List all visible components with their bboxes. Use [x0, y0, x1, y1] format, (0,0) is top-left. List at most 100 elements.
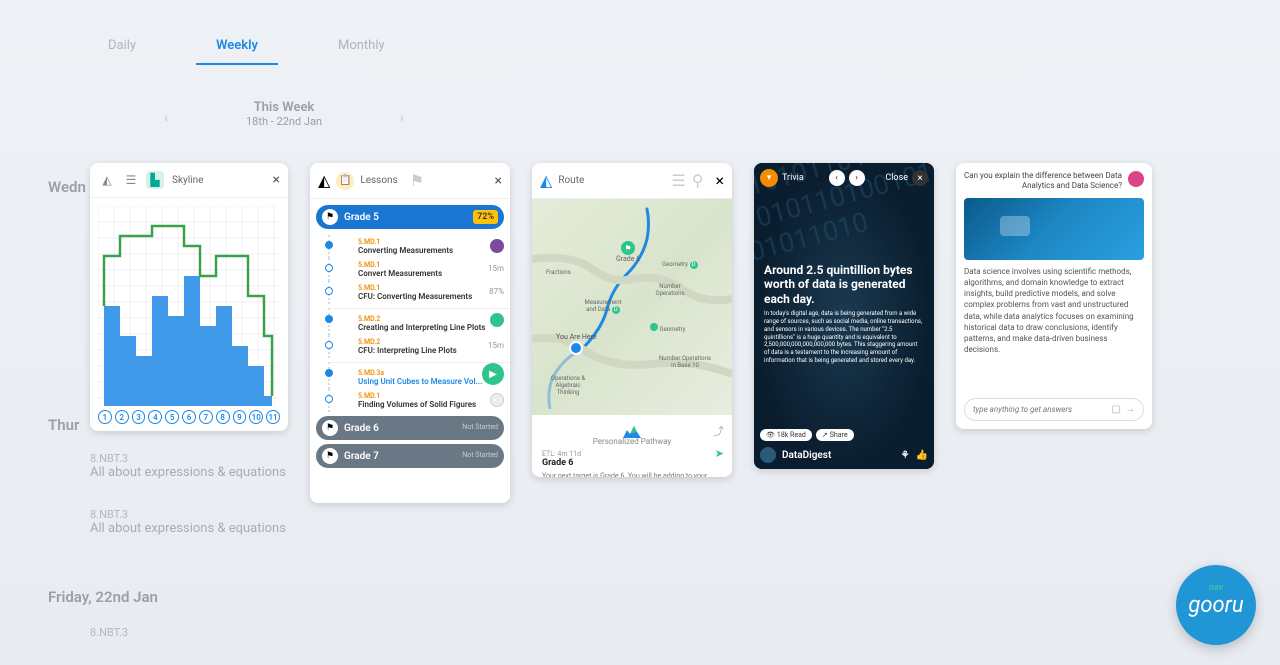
map-node-geometry2[interactable]: Geometry — [650, 323, 686, 333]
route-map[interactable]: ⚑ Grade 6 Geometry D Fractions Number Op… — [532, 199, 732, 415]
skyline-pagination: 1 2 3 4 5 6 7 8 9 10 11 — [98, 410, 280, 424]
tab-daily[interactable]: Daily — [88, 38, 156, 65]
read-badge[interactable]: 👁 18k Read — [760, 429, 812, 441]
close-icon[interactable]: × — [912, 170, 928, 186]
lesson-item[interactable]: 5.MD.2 Creating and Interpreting Line Pl… — [328, 308, 510, 335]
lesson-item[interactable]: 5.MD.2 CFU: Interpreting Line Plots 15m — [328, 335, 510, 358]
answer-image — [964, 198, 1144, 260]
lesson-item[interactable]: 5.MD.3a Using Unit Cubes to Measure Vol.… — [328, 362, 510, 389]
grade-6-header[interactable]: ⚑ Grade 6 Not Started — [316, 416, 504, 440]
close-label[interactable]: Close — [885, 173, 908, 183]
map-node-fractions[interactable]: Fractions — [546, 269, 571, 276]
page-dot[interactable]: 3 — [132, 410, 146, 424]
trivia-headline: Around 2.5 quintillion bytes worth of da… — [764, 263, 924, 306]
mountain-icon[interactable]: ◭ — [540, 171, 552, 190]
page-dot[interactable]: 2 — [115, 410, 129, 424]
status-icon — [490, 393, 504, 407]
share-badge[interactable]: ↗ Share — [816, 429, 854, 441]
page-dot[interactable]: 7 — [199, 410, 213, 424]
lesson-item[interactable]: 5.MD.1 CFU: Converting Measurements 87% — [328, 281, 510, 304]
page-dot[interactable]: 4 — [148, 410, 162, 424]
tab-weekly[interactable]: Weekly — [196, 38, 278, 65]
lessons-card: ◭ 📋 Lessons ⚑ × ⚑ Grade 5 72% 5.MD.1 Con… — [310, 163, 510, 503]
share-icon[interactable]: ⤴ — [713, 423, 724, 439]
page-dot[interactable]: 11 — [266, 410, 280, 424]
page-dot[interactable]: 1 — [98, 410, 112, 424]
pin-icon[interactable]: ⚲ — [692, 171, 704, 190]
week-title: This Week — [164, 100, 404, 115]
skyline-icon[interactable]: ▙ — [146, 171, 164, 189]
prev-week-icon[interactable]: ‹ — [164, 110, 168, 126]
filter-icon[interactable]: ▾ — [760, 169, 778, 187]
grade-5-header[interactable]: ⚑ Grade 5 72% — [316, 205, 504, 229]
page-dot[interactable]: 9 — [233, 410, 247, 424]
user-avatar — [1128, 171, 1144, 187]
map-node-opsalg[interactable]: Operations & Algebraic Thinking — [546, 375, 590, 396]
route-card: ◭ Route ☰ ⚲ × ⚑ Grade 6 Geometry D Fract… — [532, 163, 732, 477]
send-icon[interactable]: ➤ — [715, 447, 724, 460]
map-node-geometry[interactable]: Geometry D — [662, 261, 698, 269]
page-dot[interactable]: 8 — [216, 410, 230, 424]
mountain-icon[interactable]: ◭ — [318, 171, 330, 190]
grade-7-header[interactable]: ⚑ Grade 7 Not Started — [316, 444, 504, 468]
lesson-item[interactable]: 5.MD.1 Converting Measurements — [328, 235, 510, 258]
prev-icon[interactable]: ‹ — [829, 170, 845, 186]
week-navigator: ‹ This Week 18th - 22nd Jan › — [164, 100, 404, 128]
page-dot[interactable]: 10 — [249, 410, 263, 424]
next-week-icon[interactable]: › — [400, 110, 404, 126]
list-icon[interactable]: ☰ — [671, 171, 685, 190]
skyline-title: Skyline — [172, 175, 203, 186]
page-dot[interactable]: 5 — [165, 410, 179, 424]
author-name: DataDigest — [782, 450, 831, 461]
play-icon[interactable]: ▶ — [482, 363, 504, 385]
mountain-icon[interactable]: ◭ — [98, 171, 116, 189]
grade-label: Grade 5 — [344, 212, 379, 223]
like-icon[interactable]: 👍 — [916, 450, 928, 461]
flag-icon: ⚑ — [621, 241, 635, 255]
lessons-title: Lessons — [360, 175, 397, 186]
route-title: Route — [558, 175, 584, 186]
tab-monthly[interactable]: Monthly — [318, 38, 405, 65]
map-node-numops[interactable]: Number Operations — [650, 283, 690, 297]
answer-text: Data science involves using scientific m… — [964, 266, 1144, 356]
day-thursday: Thur — [48, 416, 79, 434]
group-icon[interactable]: ⚘ — [901, 450, 910, 461]
camera-icon[interactable]: ▢ — [1112, 404, 1121, 415]
grade-label: Grade 7 — [344, 451, 379, 462]
lesson-item[interactable]: 5.MD.1 Convert Measurements 15m — [328, 258, 510, 281]
next-icon[interactable]: › — [849, 170, 865, 186]
day-friday: Friday, 22nd Jan — [48, 588, 158, 606]
gooru-logo[interactable]: nav gooru — [1176, 565, 1256, 645]
page-dot[interactable]: 6 — [182, 410, 196, 424]
grade-status: Not Started — [462, 452, 498, 460]
close-icon[interactable]: × — [495, 173, 502, 189]
user-question: Can you explain the difference between D… — [964, 171, 1144, 192]
route-info-panel: ⤴ Personalized Pathway ETL: 4m 11d Grade… — [532, 415, 732, 477]
author-avatar — [760, 447, 776, 463]
send-icon[interactable]: → — [1125, 404, 1135, 415]
close-icon[interactable]: × — [715, 171, 724, 190]
filter-icon[interactable]: ⚑ — [410, 171, 424, 190]
map-node-numopsb10[interactable]: Number Operations in Base 10 — [658, 355, 712, 369]
flag-icon: ⚑ — [322, 209, 338, 225]
target-grade: Grade 6 — [542, 458, 722, 468]
bg-lesson-item: 8.NBT.3 All about expressions & equation… — [90, 508, 286, 536]
badge-icon — [490, 239, 504, 253]
week-range: 18th - 22nd Jan — [164, 115, 404, 128]
grade-status: Not Started — [462, 424, 498, 432]
list-icon[interactable]: ☰ — [122, 171, 140, 189]
lessons-icon[interactable]: 📋 — [336, 172, 354, 190]
chat-input[interactable] — [973, 405, 1108, 414]
grade-label: Grade 6 — [344, 423, 379, 434]
logo-icon — [623, 423, 641, 437]
skyline-card: ◭ ☰ ▙ Skyline × 1 2 3 4 5 6 — [90, 163, 288, 431]
logo-subtitle: nav — [1209, 583, 1223, 593]
map-node-grade6[interactable]: ⚑ Grade 6 — [616, 241, 640, 263]
close-icon[interactable]: × — [273, 172, 280, 188]
bg-lesson-item: 8.NBT.3 — [90, 626, 128, 639]
map-node-measdata[interactable]: Measurement and Data D — [580, 299, 626, 314]
flag-icon: ⚑ — [322, 420, 338, 436]
lesson-item[interactable]: 5.MD.1 Finding Volumes of Solid Figures — [328, 389, 510, 412]
pathway-description: Your next target is Grade 6. You will be… — [542, 472, 722, 477]
trivia-card: ▾ Trivia ‹ › Close × Around 2.5 quintill… — [754, 163, 934, 469]
